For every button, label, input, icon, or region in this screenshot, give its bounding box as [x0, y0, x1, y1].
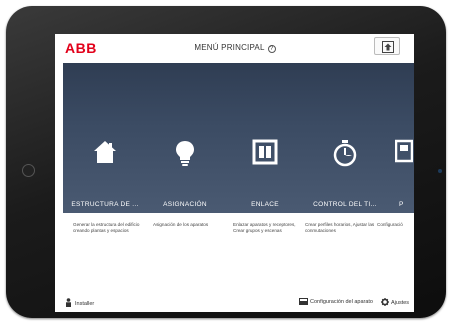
- gear-icon: [381, 298, 389, 306]
- tile-enlace-description: Enlazar aparatos y receptores, Crear gru…: [233, 222, 296, 233]
- tablet-frame: ABB MENÚ PRINCIPAL? ESTRUCTURA DE ... AS…: [6, 6, 446, 318]
- house-icon: [65, 139, 145, 169]
- tile-control-tiempo[interactable]: CONTROL DEL TI...: [305, 63, 385, 213]
- page-title: MENÚ PRINCIPAL?: [175, 43, 295, 53]
- tile-estructura-description: Generar la estructura del edificio crean…: [73, 222, 140, 233]
- user-icon: [66, 298, 71, 307]
- app-screen: ABB MENÚ PRINCIPAL? ESTRUCTURA DE ... AS…: [55, 34, 414, 312]
- tile-enlace[interactable]: ENLACE: [225, 63, 305, 213]
- switch-icon: [225, 139, 305, 169]
- home-icon: [382, 41, 394, 53]
- settings-label: Ajustes: [391, 300, 410, 306]
- tablet-camera: [438, 169, 442, 173]
- device-icon: [385, 139, 414, 169]
- device-config-button[interactable]: Configuración del aparato: [299, 298, 373, 305]
- tablet-home-button[interactable]: [22, 164, 35, 177]
- tile-enlace-label: ENLACE: [251, 201, 279, 208]
- abb-logo: ABB: [65, 40, 97, 56]
- help-icon[interactable]: ?: [267, 45, 276, 53]
- page-title-text: MENÚ PRINCIPAL: [194, 43, 265, 52]
- tile-estructura[interactable]: ESTRUCTURA DE ...: [65, 63, 145, 213]
- device-config-label: Configuración del aparato: [310, 299, 373, 305]
- installer-label: Installer: [75, 301, 95, 307]
- home-button[interactable]: [374, 37, 400, 55]
- tile-asignacion-label: ASIGNACIÓN: [163, 201, 207, 208]
- tile-control-tiempo-label: CONTROL DEL TI...: [313, 201, 377, 208]
- tile-perfiles-description: Configuració: [377, 222, 403, 227]
- main-menu-panel: ESTRUCTURA DE ... ASIGNACIÓN ENLACE CONT…: [63, 63, 414, 213]
- tile-asignacion-description: Asignación de los aparatos: [153, 222, 209, 227]
- tile-perfiles[interactable]: P: [385, 63, 414, 213]
- app-header: ABB MENÚ PRINCIPAL?: [55, 34, 414, 63]
- app-footer: Installer Configuración del aparato Ajus…: [55, 294, 414, 312]
- device-config-icon: [299, 298, 308, 305]
- settings-button[interactable]: Ajustes: [381, 298, 409, 306]
- tile-asignacion[interactable]: ASIGNACIÓN: [145, 63, 225, 213]
- stopwatch-icon: [305, 139, 385, 169]
- lightbulb-icon: [145, 139, 225, 169]
- tile-control-tiempo-description: Crear perfiles horarios, Ajustar las con…: [305, 222, 375, 233]
- tile-perfiles-label: P: [399, 201, 404, 208]
- tile-estructura-label: ESTRUCTURA DE ...: [71, 201, 139, 208]
- installer-button[interactable]: Installer: [65, 298, 94, 307]
